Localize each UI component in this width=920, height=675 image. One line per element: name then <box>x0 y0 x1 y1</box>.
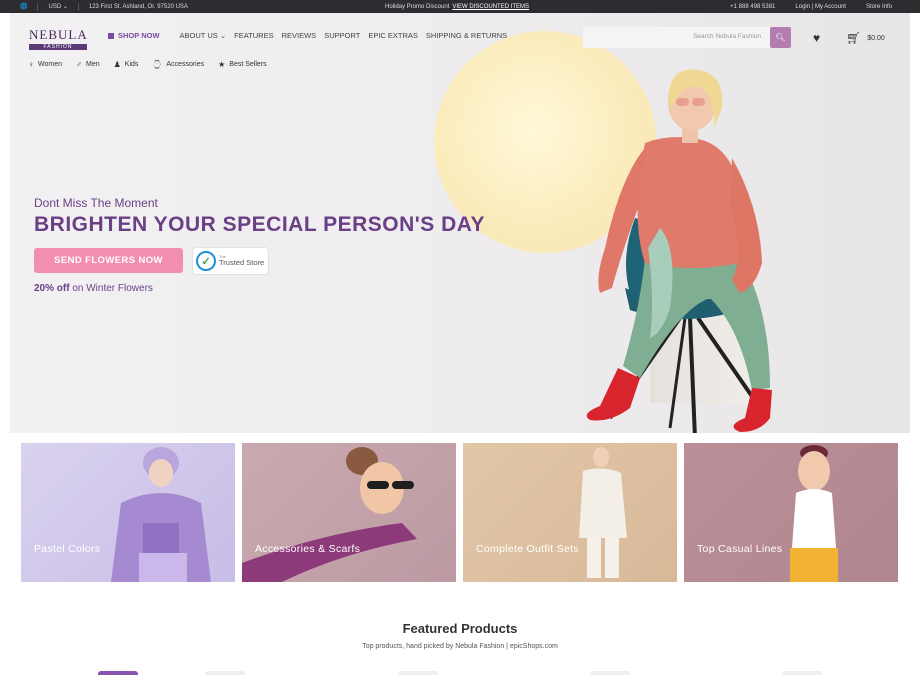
logo-tagline: FASHION <box>29 44 87 50</box>
trusted-store-text: The Trusted Store <box>219 255 264 267</box>
search-input[interactable]: Search Nebula Fashion <box>693 33 761 40</box>
category-accessories[interactable]: ⌚ Accessories <box>152 60 204 69</box>
store-info-link[interactable]: Store Info <box>866 4 892 10</box>
globe-icon[interactable]: 🌐 <box>20 3 27 10</box>
product-card-stub[interactable] <box>590 671 630 675</box>
search-bar[interactable]: Search Nebula Fashion 🔍︎ <box>583 27 791 48</box>
tile-pastel-colors[interactable]: Pastel Colors <box>21 443 235 582</box>
divider <box>37 2 39 11</box>
trust-label: Trusted Store <box>219 258 265 268</box>
offer-text: on Winter Flowers <box>69 283 153 294</box>
category-label: Women <box>38 61 62 68</box>
tile-complete-outfit-sets[interactable]: Complete Outfit Sets <box>463 443 677 582</box>
tile-accessories-scarfs[interactable]: Accessories & Scarfs <box>242 443 456 582</box>
category-label: Men <box>86 61 100 68</box>
product-row-preview <box>10 671 910 675</box>
currency-selector[interactable]: USD ⌄ <box>48 3 67 10</box>
man-icon: ♂ <box>76 60 82 69</box>
tile-label: Complete Outfit Sets <box>476 543 579 555</box>
category-label: Kids <box>124 61 139 68</box>
nav-item-reviews[interactable]: REVIEWS <box>282 31 317 40</box>
category-best-sellers[interactable]: ★ Best Sellers <box>218 60 267 69</box>
child-icon: ♟ <box>113 60 121 69</box>
hero-banner: NEBULA FASHION SHOP NOW ABOUT US ⌄ FEATU… <box>10 13 910 433</box>
product-card-stub[interactable] <box>98 671 138 675</box>
search-icon: 🔍︎ <box>775 33 786 42</box>
product-card-stub[interactable] <box>782 671 822 675</box>
hero-eyebrow: Dont Miss The Moment <box>34 196 158 210</box>
tile-label: Accessories & Scarfs <box>255 543 361 555</box>
trusted-store-badge[interactable]: ✓ The Trusted Store <box>192 247 269 275</box>
product-card-stub[interactable] <box>398 671 438 675</box>
category-women[interactable]: ♀ Women <box>28 60 62 69</box>
shop-now-button[interactable]: SHOP NOW <box>108 31 160 40</box>
tile-top-casual-lines[interactable]: Top Casual Lines <box>684 443 898 582</box>
outfit-model-image <box>579 447 627 578</box>
offer-percent: 20% off <box>34 283 70 294</box>
category-label: Best Sellers <box>229 61 267 68</box>
send-flowers-button[interactable]: SEND FLOWERS NOW <box>34 248 183 273</box>
nav-item-features[interactable]: FEATURES <box>234 31 273 40</box>
nav-item-shipping-returns[interactable]: SHIPPING & RETURNS <box>426 31 507 40</box>
checkmark-icon: ✓ <box>196 251 216 271</box>
wishlist-heart-icon[interactable]: ♥ <box>813 31 820 45</box>
cart-icon: 🛒︎ <box>846 31 862 45</box>
featured-products-subtitle: Top products, hand picked by Nebula Fash… <box>362 643 558 650</box>
award-icon: ★ <box>218 60 226 69</box>
featured-products-title: Featured Products <box>402 621 518 636</box>
divider <box>77 2 79 11</box>
promo-link[interactable]: VIEW DISCOUNTED ITEMS <box>452 4 529 10</box>
top-utility-bar: 🌐 USD ⌄ 123 First St. Ashland, Or. 97520… <box>0 0 920 13</box>
chevron-down-icon: ⌄ <box>219 31 227 40</box>
accessories-model-image <box>242 447 417 582</box>
watch-icon: ⌚ <box>152 60 163 69</box>
hero-model-image <box>586 69 772 433</box>
shop-icon <box>108 32 114 39</box>
hero-title: BRIGHTEN YOUR SPECIAL PERSON'S DAY <box>34 213 486 236</box>
woman-icon: ♀ <box>28 60 34 69</box>
pastel-model-image <box>111 447 211 582</box>
brand-logo[interactable]: NEBULA FASHION <box>29 27 89 50</box>
category-label: Accessories <box>166 61 205 68</box>
hero-offer: 20% off on Winter Flowers <box>34 283 153 294</box>
category-navigation: ♀ Women ♂ Men ♟ Kids ⌚ Accessories ★ Best Sel… <box>28 60 267 69</box>
promo-text: Holiday Promo Discount <box>385 3 450 10</box>
nav-item-support[interactable]: SUPPORT <box>324 31 360 40</box>
product-card-stub[interactable] <box>205 671 245 675</box>
nav-label: ABOUT US <box>179 31 218 40</box>
phone-number[interactable]: +1 888 498 5381 <box>730 4 775 10</box>
store-address: 123 First St. Ashland, Or. 97520 USA <box>88 3 188 10</box>
tile-label: Top Casual Lines <box>697 543 783 555</box>
currency-label: USD <box>48 4 62 10</box>
category-kids[interactable]: ♟ Kids <box>114 60 139 69</box>
cart-total: $0.00 <box>867 34 885 42</box>
casual-model-image <box>790 445 838 582</box>
shop-now-label: SHOP NOW <box>118 31 160 40</box>
tile-label: Pastel Colors <box>34 543 101 555</box>
nav-item-about-us[interactable]: ABOUT US ⌄ <box>180 31 227 40</box>
logo-wordmark: NEBULA <box>29 27 88 42</box>
nav-item-epic-extras[interactable]: EPIC EXTRAS <box>368 31 418 40</box>
category-men[interactable]: ♂ Men <box>76 60 100 69</box>
chevron-down-icon: ⌄ <box>62 4 68 10</box>
search-button[interactable]: 🔍︎ <box>770 27 791 48</box>
page-content: NEBULA FASHION SHOP NOW ABOUT US ⌄ FEATU… <box>10 13 910 675</box>
account-link[interactable]: Login | My Account <box>795 4 846 10</box>
cart-button[interactable]: 🛒︎ $0.00 <box>846 31 885 45</box>
main-navigation: SHOP NOW ABOUT US ⌄ FEATURES REVIEWS SUP… <box>108 31 515 40</box>
